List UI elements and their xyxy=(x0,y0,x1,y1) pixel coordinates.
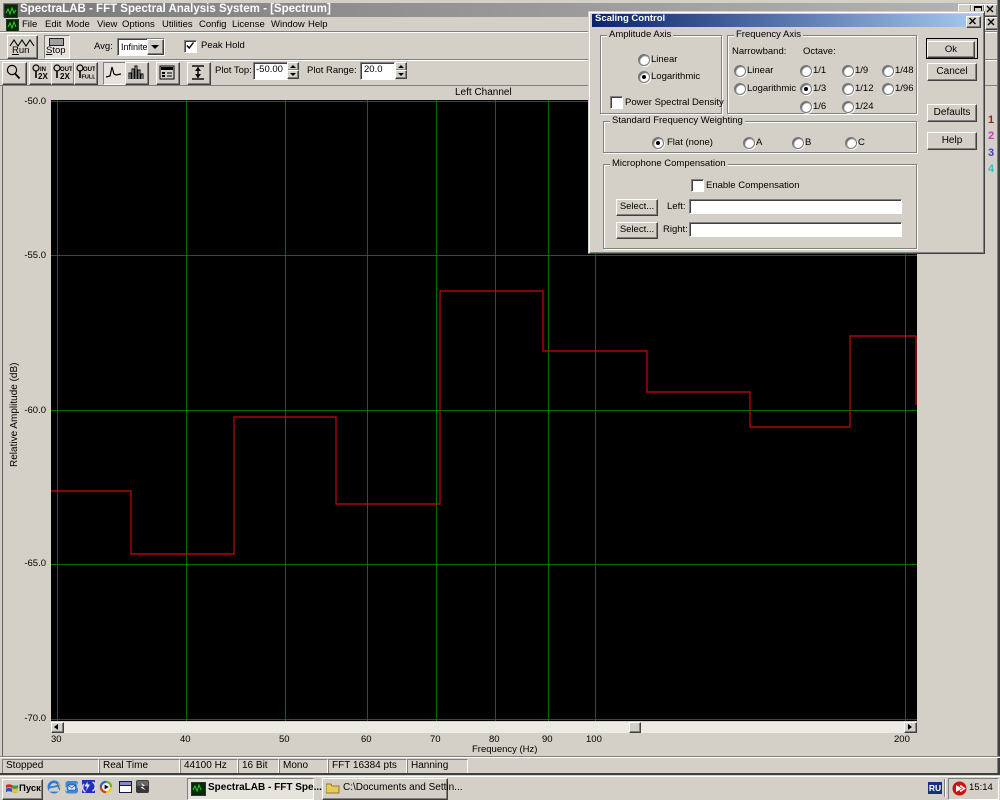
svg-text:2X: 2X xyxy=(38,72,48,81)
svg-text:OUT: OUT xyxy=(83,67,95,73)
svg-text:2X: 2X xyxy=(60,72,70,81)
svg-text:FULL: FULL xyxy=(82,75,96,81)
